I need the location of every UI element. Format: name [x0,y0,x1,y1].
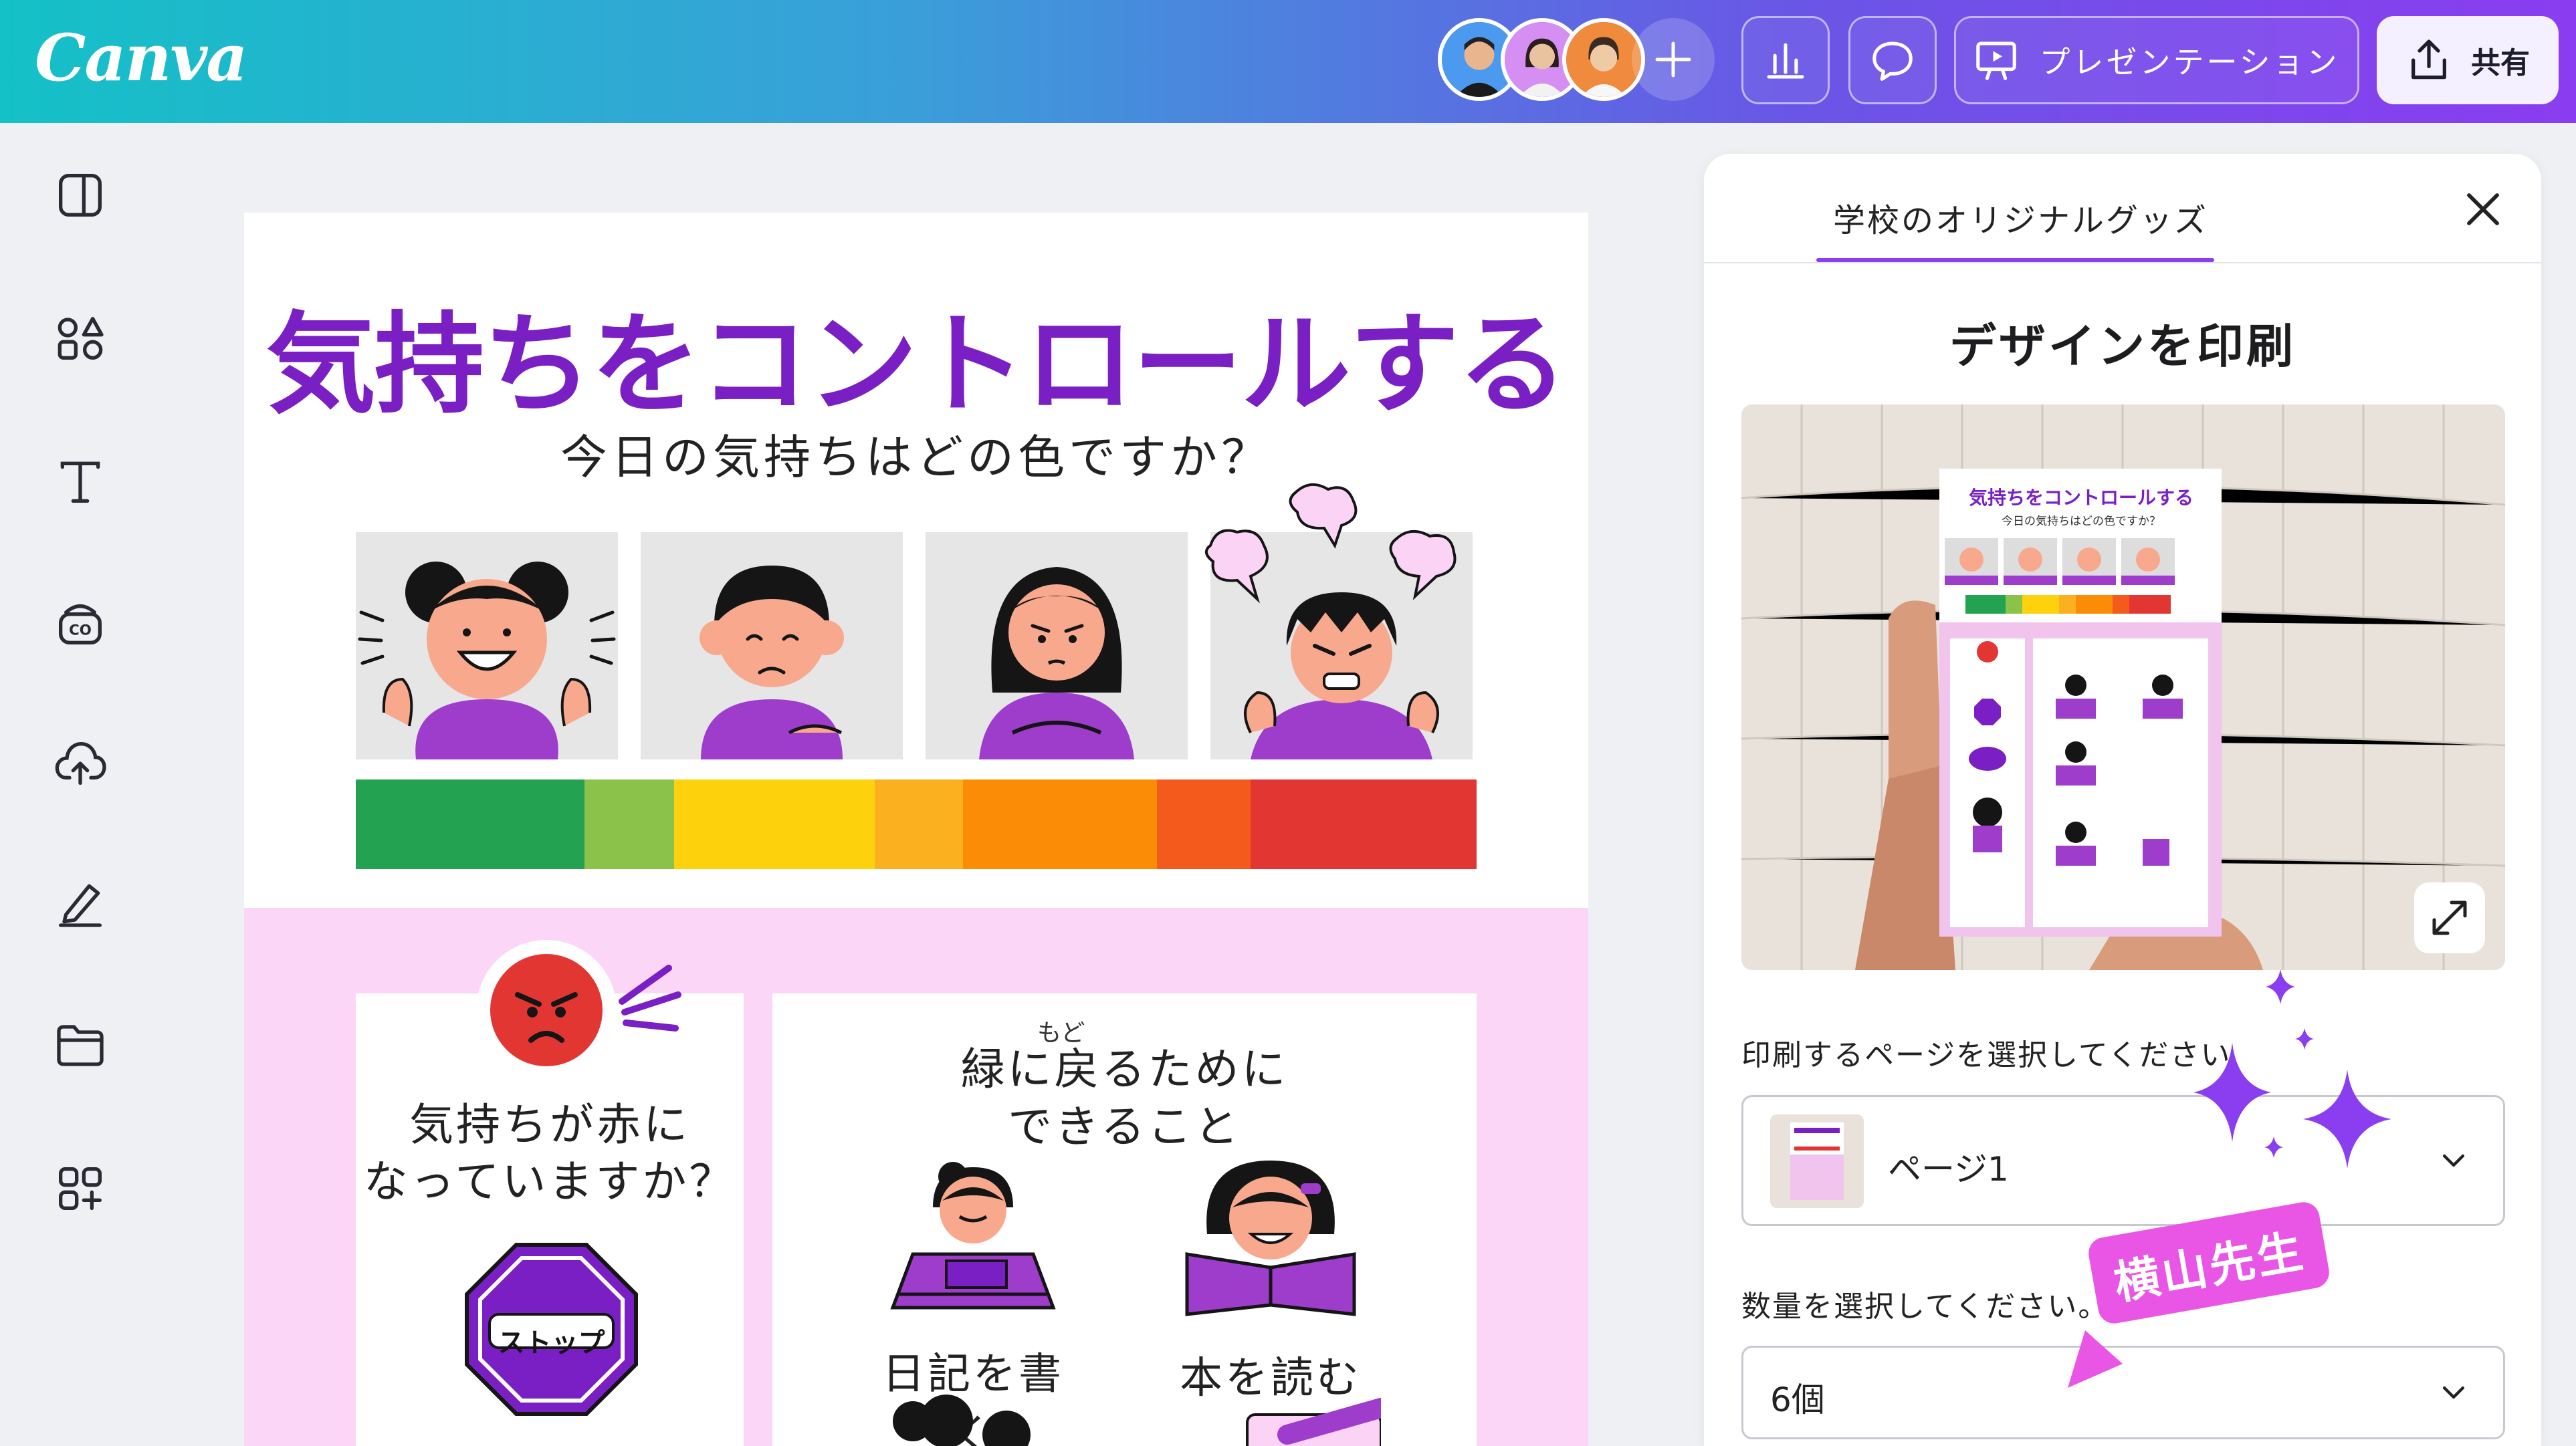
share-label: 共有 [2471,46,2530,80]
present-label: プレゼンテーション [2039,44,2340,80]
stop-sign-label: ストップ [498,1328,605,1358]
top-bar: Canva プレゼンテーション 共有 [0,0,2576,123]
page-select-value: ページ1 [1888,1150,2009,1189]
poster-subtitle[interactable]: 今日の気持ちはどの色ですか？ [244,420,1588,487]
svg-text:CO: CO [69,622,92,638]
scale-red-orange [1157,779,1251,869]
plus-icon [1655,41,1691,78]
text-icon[interactable] [53,455,107,508]
mockup-title: 気持ちをコントロールする [1968,487,2193,509]
share-button[interactable]: 共有 [2377,16,2559,104]
panel-divider [1704,262,2541,263]
mockup-subtitle: 今日の気持ちはどの色ですか？ [2002,515,2161,528]
upload-share-icon [2411,39,2446,80]
chevron-down-icon [2442,1386,2465,1399]
scale-yellow [674,779,875,869]
angry-emoji-icon [490,954,603,1066]
scale-orange [963,779,1157,869]
poster-title[interactable]: 気持ちをコントロールする [244,276,1588,435]
apps-icon[interactable] [53,1162,107,1215]
sad-face-illustration[interactable] [641,532,903,759]
writing-girl-illustration [890,1162,1056,1310]
card-left-line1: 気持ちが赤に [409,1099,690,1151]
card-right-line2: できること [1008,1101,1241,1153]
scale-red [1251,779,1477,869]
elements-icon[interactable] [53,312,107,365]
card-right-line1: 緑に戻るために [960,1044,1289,1095]
insights-button[interactable] [1741,16,1830,104]
tab-school-merch[interactable]: 学校のオリジナルグッズ [1822,194,2220,241]
scale-amber [875,779,963,869]
close-icon[interactable] [2460,186,2506,233]
angry-face-illustration[interactable] [1205,483,1473,759]
canva-logo[interactable]: Canva [35,20,247,96]
reading-girl-illustration [1185,1161,1356,1316]
sparkles-icon [2193,969,2391,1169]
design-page[interactable]: 気持ちをコントロールする 今日の気持ちはどの色ですか？ 気持ちが赤に なっていま… [244,213,1588,1446]
happy-face-illustration[interactable] [356,532,618,759]
expand-icon [2432,900,2467,935]
presentation-icon [1976,41,2017,80]
more-activities-illustration [893,1395,1381,1446]
folder-icon[interactable] [53,1019,107,1072]
collaborator-cursor-icon [2068,1330,2123,1388]
anger-lines-icon [619,965,681,1032]
print-heading: デザインを印刷 [1949,319,2296,374]
brand-icon[interactable]: CO [53,596,107,650]
page-select-label: 印刷するページを選択してください [1741,1038,2232,1072]
quantity-value: 6個 [1770,1380,1825,1419]
add-collaborator-button[interactable] [1632,18,1715,101]
scale-green [356,779,584,869]
comments-button[interactable] [1848,16,1937,104]
worried-face-illustration[interactable] [926,532,1188,759]
angry-emoji-badge [476,940,617,1080]
scale-light-green [584,779,674,869]
print-preview-mockup[interactable]: 気持ちをコントロールする 今日の気持ちはどの色ですか？ [1741,404,2505,970]
bar-chart-icon [1767,43,1804,79]
upload-icon[interactable] [53,737,107,790]
return-to-green-card[interactable]: もど 緑に戻るために できること 日記を書く 本を読む [772,993,1477,1446]
present-button[interactable]: プレゼンテーション [1954,16,2359,104]
layout-icon[interactable] [53,168,107,222]
card-left-line2: なっていますか？ [363,1156,736,1207]
draw-icon[interactable] [53,877,107,931]
comment-icon [1872,41,1913,81]
expand-preview-button[interactable] [2414,882,2485,953]
quantity-label: 数量を選択してください。 [1741,1290,2109,1324]
emotion-color-scale[interactable] [356,779,1477,869]
page-thumbnail [1770,1114,1864,1208]
